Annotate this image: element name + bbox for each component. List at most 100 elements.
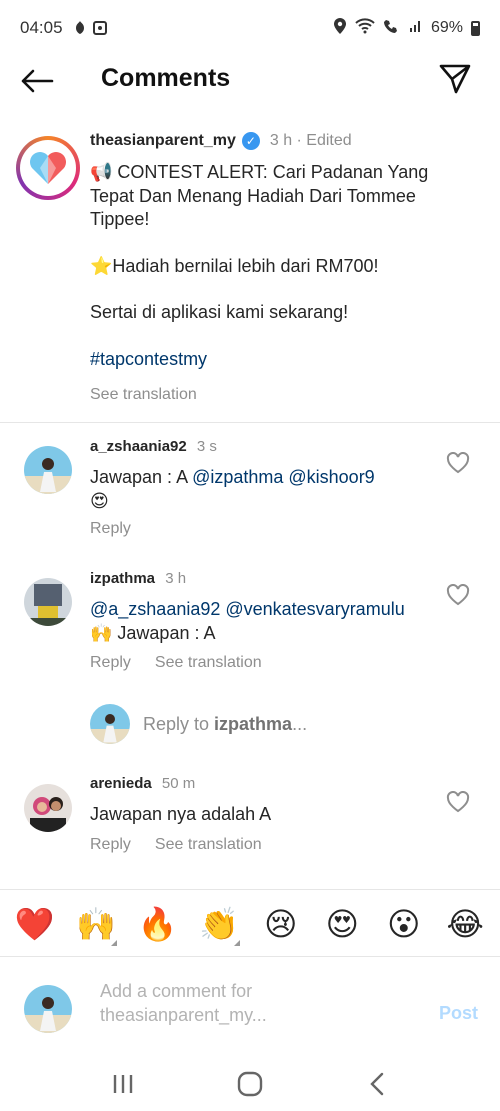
system-back-button[interactable] [352,1064,402,1104]
comment-actions: Reply See translation [90,836,262,854]
recent-apps-icon [114,1074,133,1093]
like-button[interactable] [446,451,470,474]
comment-meta: izpathma 3 h [90,570,186,587]
mention-links[interactable]: @izpathma @kishoor9 [192,467,375,487]
skin-tone-indicator-icon [111,940,118,946]
emoji-glyph: ❤️ [14,906,55,942]
share-button[interactable] [438,63,474,99]
verified-badge-icon: ✓ [241,132,260,150]
paper-plane-icon [439,64,471,94]
reply-to-prompt[interactable]: Reply to izpathma... [90,704,307,744]
reply-to-prefix: Reply to [143,713,215,734]
see-translation-link[interactable]: See translation [90,386,197,404]
heart-outline-icon [446,790,470,813]
emoji-glyph: 😢 [264,906,298,942]
reply-to-text: Reply to izpathma... [143,714,307,735]
mention-links[interactable]: @a_zshaania92 @venkatesvaryramulu [90,599,405,619]
see-translation-link[interactable]: See translation [155,836,262,854]
user-photo-icon [24,446,72,494]
status-right: 69% [333,17,480,40]
comment-body: Jawapan nya adalah A [90,804,272,824]
signal-icon [409,19,423,38]
status-time: 04:05 [20,18,63,37]
system-nav-bar [0,1056,500,1111]
header: Comments [0,56,500,106]
page-title: Comments [101,64,231,92]
back-button[interactable] [20,64,60,98]
post-username[interactable]: theasianparent_my [90,132,236,150]
post-author-avatar[interactable] [16,136,80,200]
avatar[interactable] [24,784,72,832]
emoji-heart-eyes-button[interactable]: 😍 [317,908,367,940]
reply-to-suffix: ... [292,713,308,734]
comment-input[interactable]: Add a comment for theasianparent_my... [100,979,400,1027]
battery-level: 69% [430,19,463,36]
recent-apps-button[interactable] [98,1064,148,1104]
emoji-heart-button[interactable]: ❤️ [10,908,60,940]
emoji-surprised-button[interactable]: 😮 [379,908,429,940]
battery-icon [471,20,480,36]
avatar[interactable] [24,446,72,494]
emoji-laughing-button[interactable]: 😂 [440,908,490,940]
emoji-clap-button[interactable]: 👏 [194,906,244,946]
comment-body: 🙌 Jawapan : A [90,622,216,643]
post-line-3: Sertai di aplikasi kami sekarang! [90,302,349,322]
avatar [90,704,130,744]
divider [0,422,500,423]
comment-text: @a_zshaania92 @venkatesvaryramulu 🙌 Jawa… [90,598,435,645]
reply-button[interactable]: Reply [90,520,131,538]
user-photo-icon [24,784,72,832]
comment-time: 3 h [165,570,187,587]
post-line-2: ⭐Hadiah bernilai lebih dari RM700! [90,255,379,276]
heart-outline-icon [446,583,470,606]
comment-time: 3 s [196,438,217,455]
emoji-glyph: 😮 [387,906,421,942]
post-line-1: 📢 CONTEST ALERT: Cari Padanan Yang Tepat… [90,162,429,229]
comment-time: 50 m [161,775,196,792]
comment-meta: a_zshaania92 3 s [90,438,217,455]
comment-composer: Add a comment for theasianparent_my... P… [0,956,500,1056]
like-button[interactable] [446,790,470,813]
divider [0,889,500,890]
brand-heart-icon [30,152,66,184]
comment-actions: Reply See translation [90,654,262,672]
skin-tone-indicator-icon [234,940,241,946]
emoji-glyph: 😍 [325,906,359,942]
post-time: 3 h · Edited [269,132,352,149]
comment-emoji: 😍 [90,490,109,511]
wifi-calling-icon [383,18,401,39]
emoji-fire-button[interactable]: 🔥 [133,908,183,940]
image-icon [92,21,107,35]
like-button[interactable] [446,583,470,606]
see-translation-link[interactable]: See translation [155,654,262,672]
location-icon [333,17,347,40]
wifi-icon [355,17,375,39]
emoji-glyph: 🙌 [76,906,117,942]
avatar[interactable] [24,578,72,626]
notification-icon [73,20,87,36]
user-photo-icon [24,985,72,1033]
reply-to-user: izpathma [214,713,293,734]
comment-actions: Reply [90,520,131,538]
emoji-glyph: 👏 [199,906,240,942]
comment-username[interactable]: a_zshaania92 [90,438,187,455]
reply-button[interactable]: Reply [90,836,131,854]
emoji-raised-hands-button[interactable]: 🙌 [71,906,121,946]
emoji-glyph: 😂 [446,906,484,942]
emoji-glyph: 🔥 [137,906,178,942]
home-icon [237,1071,263,1096]
post-body: 📢 CONTEST ALERT: Cari Padanan Yang Tepat… [90,161,470,394]
reply-button[interactable]: Reply [90,654,131,672]
post-button[interactable]: Post [439,1003,478,1024]
heart-outline-icon [446,451,470,474]
emoji-quick-bar: ❤️ 🙌 🔥 👏 😢 😍 😮 😂 [0,896,500,952]
arrow-left-icon [21,69,54,93]
comment-text: Jawapan nya adalah A [90,803,440,827]
home-button[interactable] [225,1064,275,1104]
user-photo-icon [90,704,130,744]
user-photo-icon [24,578,72,626]
emoji-crying-button[interactable]: 😢 [256,908,306,940]
hashtag-link[interactable]: #tapcontestmy [90,348,470,372]
comment-username[interactable]: arenieda [90,775,152,792]
comment-username[interactable]: izpathma [90,570,155,587]
